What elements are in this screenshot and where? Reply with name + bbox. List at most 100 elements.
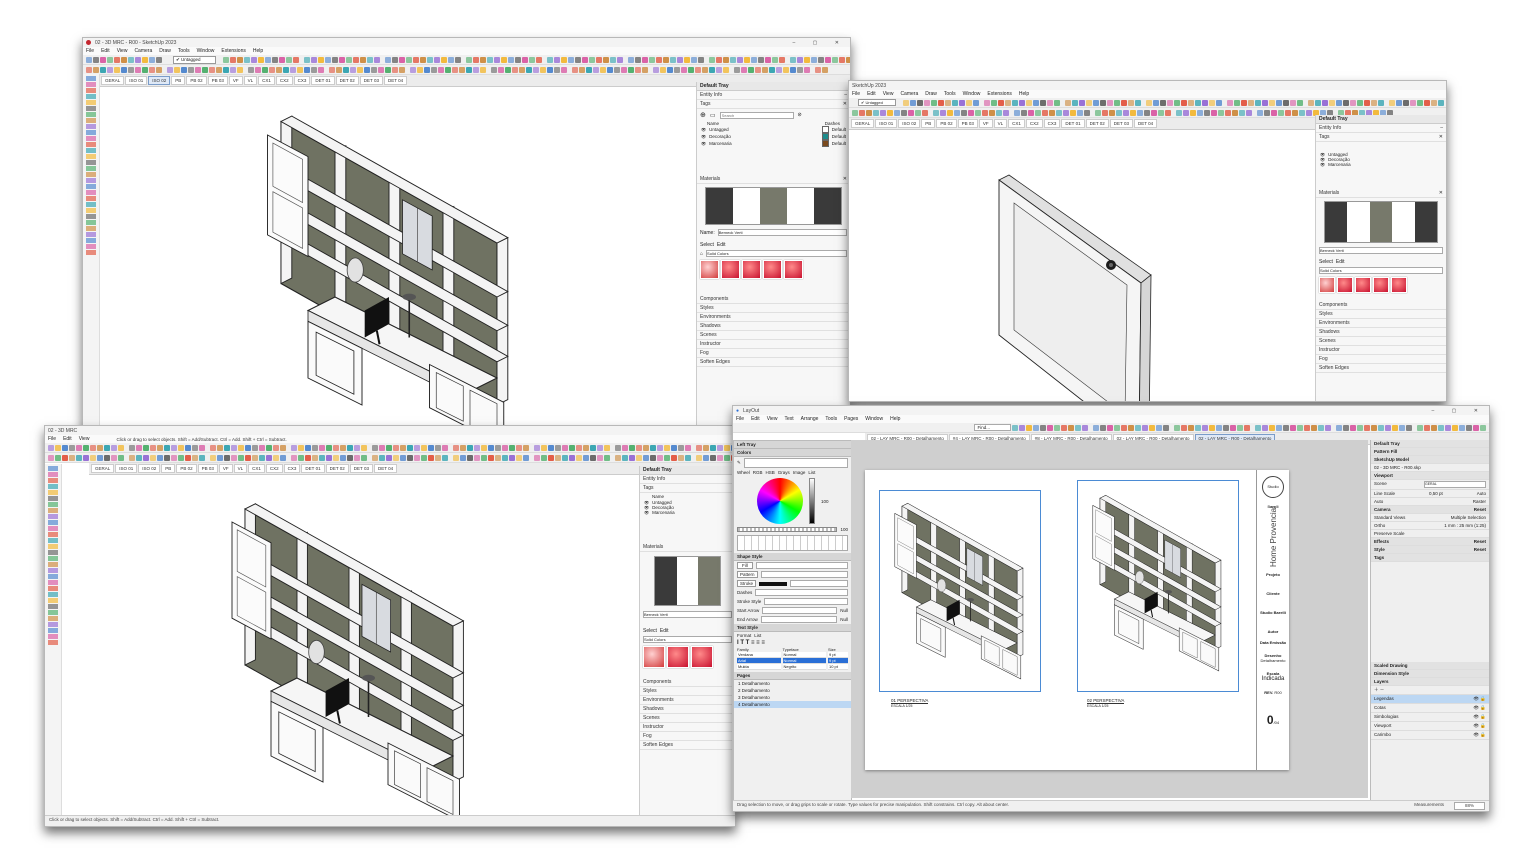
color-mode-tab[interactable]: HSB — [766, 470, 775, 475]
toolbar-tool-icon[interactable] — [541, 444, 547, 451]
toolbar-tool-icon[interactable] — [593, 66, 599, 73]
toolbar-tool-icon[interactable] — [149, 56, 155, 63]
toolbar-tool-icon[interactable] — [607, 66, 613, 73]
toolbar-tool-icon[interactable] — [472, 56, 479, 63]
toolbar-tool-icon[interactable] — [466, 66, 472, 73]
toolbar-tool-icon[interactable] — [97, 444, 103, 451]
toolbar-tool-icon[interactable] — [811, 67, 814, 73]
tag-row[interactable]: 👁 Decoração Default — [697, 133, 850, 140]
toolbar-tool-icon[interactable] — [372, 454, 378, 461]
toolbar-tool-icon[interactable] — [1172, 110, 1175, 116]
scene-tab[interactable]: VF — [228, 76, 243, 85]
line-scale-auto[interactable]: Auto — [1477, 491, 1486, 496]
page-item[interactable]: 4 Detalhamento — [734, 701, 851, 708]
drawing-tool-icon[interactable] — [48, 640, 58, 645]
toolbar-tool-icon[interactable] — [359, 56, 366, 63]
toolbar-tool-icon[interactable] — [210, 454, 216, 461]
toolbar-tool-icon[interactable] — [393, 454, 399, 461]
drawing-tool-icon[interactable] — [86, 94, 96, 99]
material-swatch[interactable] — [784, 260, 803, 279]
toolbar-tool-icon[interactable] — [467, 444, 473, 451]
text-format-icons[interactable]: I T T ≡ ≡ ≡ — [737, 640, 765, 646]
toolbar-tool-icon[interactable] — [1276, 424, 1282, 431]
toolbar-tool-icon[interactable] — [1099, 99, 1106, 106]
toolbar-tool-icon[interactable] — [406, 67, 409, 73]
entity-info-section[interactable]: Entity Info — [640, 475, 735, 484]
toolbar-tool-icon[interactable] — [710, 444, 716, 451]
toolbar-tool-icon[interactable] — [195, 66, 201, 73]
toolbar-tool-icon[interactable] — [1194, 99, 1201, 106]
menu-item[interactable]: Tools — [825, 416, 837, 422]
toolbar-tool-icon[interactable] — [114, 56, 120, 63]
toolbar-tool-icon[interactable] — [1378, 424, 1384, 431]
tag-search-input[interactable] — [719, 111, 794, 119]
toolbar-tool-icon[interactable] — [1025, 99, 1032, 106]
toolbar-tool-icon[interactable] — [1289, 99, 1296, 106]
toolbar-tool-icon[interactable] — [121, 66, 127, 73]
toolbar-tool-icon[interactable] — [1120, 99, 1127, 106]
toolbar-tool-icon[interactable] — [947, 109, 953, 116]
preserve-scale-checkbox[interactable]: Preserve Scale — [1374, 531, 1405, 536]
toolbar-tool-icon[interactable] — [310, 56, 317, 63]
toolbar-tool-icon[interactable] — [657, 444, 663, 451]
toolbar-tool-icon[interactable] — [664, 444, 670, 451]
material-select-tab[interactable]: Select — [700, 242, 714, 248]
toolbar-tool-icon[interactable] — [944, 99, 951, 106]
scene-tab[interactable]: DET 01 — [301, 464, 325, 473]
toolbar-tool-icon[interactable] — [530, 445, 533, 451]
toolbar-tool-icon[interactable] — [678, 454, 684, 461]
toolbar-tool-icon[interactable] — [164, 454, 170, 461]
toolbar-tool-icon[interactable] — [231, 444, 237, 451]
toolbar-tool-icon[interactable] — [217, 454, 223, 461]
tag-color-swatch[interactable] — [821, 126, 829, 133]
scene-select[interactable]: GERAL — [1424, 481, 1486, 488]
toolbar-tool-icon[interactable] — [790, 66, 796, 73]
toolbar-tool-icon[interactable] — [824, 56, 831, 63]
toolbar-tool-icon[interactable] — [90, 454, 96, 461]
drawing-tool-icon[interactable] — [48, 628, 58, 633]
toolbar-tool-icon[interactable] — [1452, 424, 1458, 431]
toolbar-tool-icon[interactable] — [209, 66, 215, 73]
toolbar-tool-icon[interactable] — [519, 66, 525, 73]
toolbar-tool-icon[interactable] — [748, 66, 754, 73]
toolbar-tool-icon[interactable] — [305, 454, 311, 461]
toolbar-tool-icon[interactable] — [579, 66, 585, 73]
drawing-tool-icon[interactable] — [48, 478, 58, 483]
toolbar-tool-icon[interactable] — [278, 56, 285, 63]
toolbar-tool-icon[interactable] — [521, 56, 528, 63]
toolbar-tool-icon[interactable] — [643, 444, 649, 451]
toolbar-tool-icon[interactable] — [386, 454, 392, 461]
toolbar-tool-icon[interactable] — [442, 454, 448, 461]
toolbar-tool-icon[interactable] — [237, 66, 243, 73]
toolbar-tool-icon[interactable] — [1018, 99, 1025, 106]
toolbar-tool-icon[interactable] — [1190, 109, 1196, 116]
tag-row[interactable]: 👁 Marcenaria — [640, 510, 735, 515]
toolbar-tool-icon[interactable] — [69, 454, 75, 461]
scene-tab[interactable]: GERAL — [101, 76, 125, 85]
drawing-tool-icon[interactable] — [86, 82, 96, 87]
toolbar-tool-icon[interactable] — [1255, 424, 1261, 431]
toolbar-tool-icon[interactable] — [428, 454, 434, 461]
toolbar-tool-icon[interactable] — [769, 66, 775, 73]
toolbar-tool-icon[interactable] — [543, 57, 546, 63]
drawing-tool-icon[interactable] — [48, 538, 58, 543]
toolbar-tool-icon[interactable] — [252, 444, 258, 451]
toolbar-tool-icon[interactable] — [546, 56, 553, 63]
scene-tab[interactable]: PB — [171, 76, 186, 85]
toolbar-tool-icon[interactable] — [93, 56, 99, 63]
toolbar-tool-icon[interactable] — [1063, 109, 1069, 116]
toolbar-tool-icon[interactable] — [150, 454, 156, 461]
toolbar-tool-icon[interactable] — [384, 56, 391, 63]
toolbar-tool-icon[interactable] — [609, 56, 616, 63]
toolbar-tool-icon[interactable] — [866, 109, 872, 116]
tray-collapsed-section[interactable]: Instructor — [697, 340, 850, 349]
family-list[interactable]: Verdana Arial Mukta — [737, 652, 781, 670]
scene-tab[interactable]: GERAL — [91, 464, 115, 473]
toolbar-tool-icon[interactable] — [710, 454, 716, 461]
toolbar-tool-icon[interactable] — [495, 444, 501, 451]
toolbar-tool-icon[interactable] — [347, 454, 353, 461]
drawing-tool-icon[interactable] — [48, 526, 58, 531]
toolbar-tool-icon[interactable] — [660, 66, 666, 73]
toolbar-tool-icon[interactable] — [125, 455, 128, 461]
toolbar-tool-icon[interactable] — [674, 66, 680, 73]
